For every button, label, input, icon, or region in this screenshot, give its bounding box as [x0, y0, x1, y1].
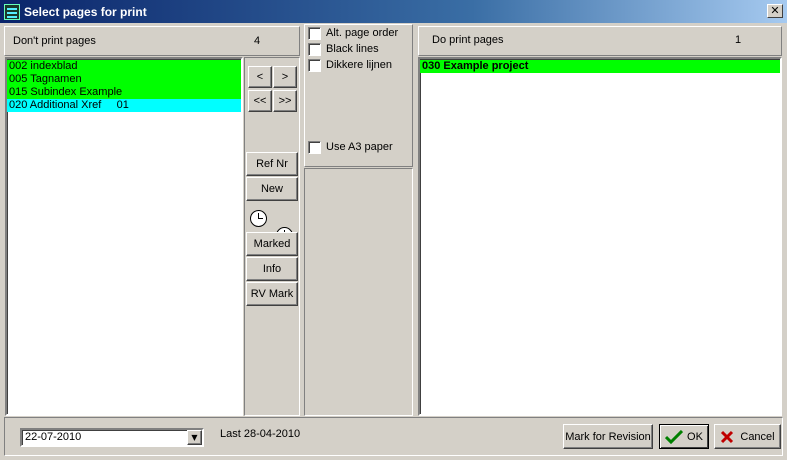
dikkere-lijnen-option[interactable]: Dikkere lijnen: [308, 57, 392, 73]
black-lines-option[interactable]: Black lines: [308, 41, 379, 57]
list-item[interactable]: 015 Subindex Example: [7, 86, 241, 99]
info-button[interactable]: Info: [246, 257, 298, 281]
title-bar: Select pages for print: [0, 0, 787, 23]
left-panel-header: Don't print pages 4: [4, 26, 300, 56]
close-button[interactable]: ✕: [767, 4, 783, 18]
cancel-x-icon: [721, 430, 734, 443]
new-button[interactable]: New: [246, 177, 298, 201]
clock-icon[interactable]: [250, 210, 267, 227]
marked-button[interactable]: Marked: [246, 232, 298, 256]
dikkere-lijnen-label: Dikkere lijnen: [326, 59, 393, 71]
alt-page-order-option[interactable]: Alt. page order: [308, 25, 398, 41]
ref-nr-button[interactable]: Ref Nr: [246, 152, 298, 176]
ok-label: OK: [687, 430, 703, 443]
list-item[interactable]: 020 Additional Xref 01: [7, 99, 241, 112]
cancel-label: Cancel: [740, 430, 775, 443]
list-item[interactable]: 030 Example project: [420, 60, 780, 73]
checkmark-icon: [665, 429, 684, 444]
date-select[interactable]: 22-07-2010 ▼: [20, 428, 204, 447]
alt-page-order-checkbox[interactable]: [308, 26, 321, 40]
list-item[interactable]: 002 indexblad: [7, 60, 241, 73]
right-panel-header: Do print pages 1: [418, 26, 782, 56]
move-all-right-button[interactable]: >>: [273, 90, 297, 112]
list-item[interactable]: 005 Tagnamen: [7, 73, 241, 86]
last-date-label: Last 28-04-2010: [220, 428, 301, 440]
mark-for-revision-button[interactable]: Mark for Revision: [563, 424, 653, 449]
use-a3-paper-checkbox[interactable]: [308, 140, 321, 154]
dont-print-list[interactable]: 002 indexblad 005 Tagnamen 015 Subindex Ex…: [5, 57, 243, 416]
black-lines-checkbox[interactable]: [308, 42, 321, 56]
cancel-button[interactable]: Cancel: [714, 424, 781, 449]
right-panel-title: Do print pages: [432, 34, 504, 46]
use-a3-paper-option[interactable]: Use A3 paper: [308, 139, 393, 155]
rv-mark-button[interactable]: RV Mark: [246, 282, 298, 306]
left-panel-title: Don't print pages: [13, 35, 96, 47]
move-left-button[interactable]: <: [248, 66, 272, 88]
options-lower-panel: [304, 168, 413, 416]
window-title: Select pages for print: [24, 4, 147, 19]
move-right-button[interactable]: >: [273, 66, 297, 88]
right-panel-count: 1: [735, 34, 742, 46]
alt-page-order-label: Alt. page order: [326, 27, 399, 39]
black-lines-label: Black lines: [326, 43, 379, 55]
do-print-list[interactable]: 030 Example project: [418, 57, 782, 416]
chevron-down-icon[interactable]: ▼: [187, 430, 202, 445]
app-icon: [4, 3, 20, 20]
use-a3-paper-label: Use A3 paper: [326, 141, 393, 153]
left-panel-count: 4: [254, 35, 261, 47]
ok-button[interactable]: OK: [659, 424, 709, 449]
move-all-left-button[interactable]: <<: [248, 90, 272, 112]
dikkere-lijnen-checkbox[interactable]: [308, 58, 321, 72]
date-select-value: 22-07-2010: [25, 431, 82, 443]
